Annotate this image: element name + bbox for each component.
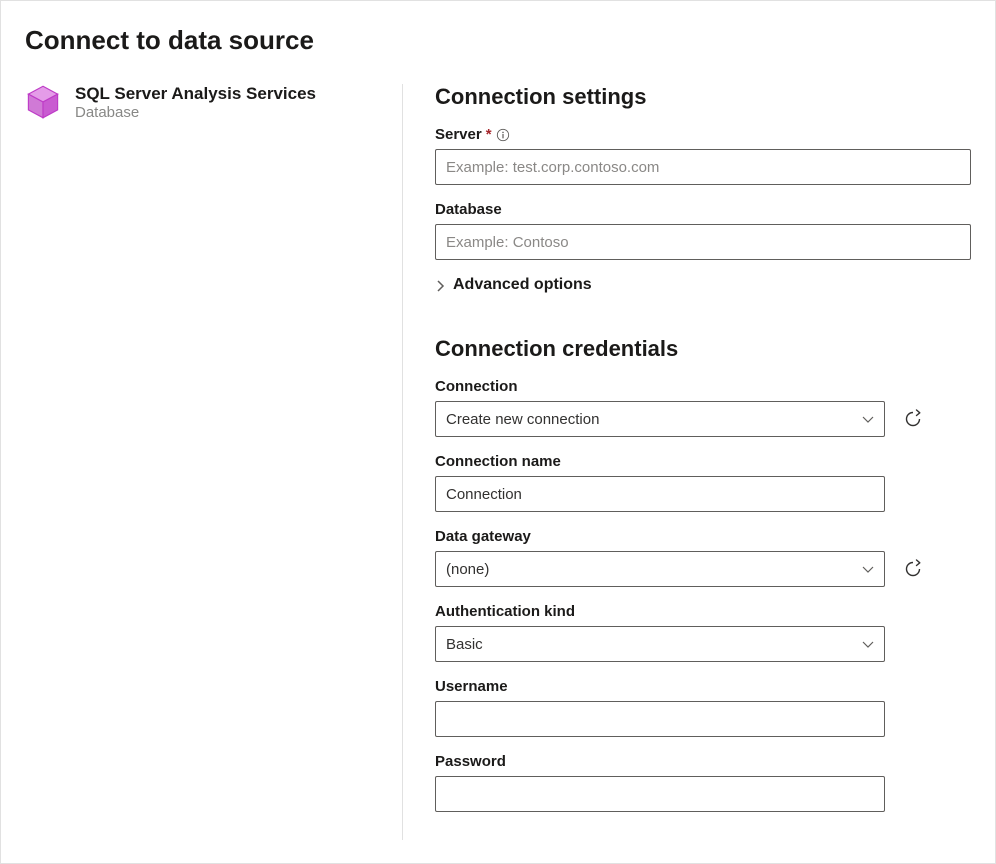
username-field-group: Username: [435, 678, 885, 737]
auth-kind-select[interactable]: Basic: [435, 626, 885, 662]
connection-credentials-section: Connection credentials Connection Create…: [435, 336, 971, 812]
chevron-down-icon: [862, 638, 874, 650]
connection-name-input[interactable]: [435, 476, 885, 512]
auth-kind-select-value: Basic: [446, 636, 483, 653]
refresh-gateway-button[interactable]: [903, 559, 923, 579]
auth-kind-label: Authentication kind: [435, 603, 971, 620]
data-source-subtitle: Database: [75, 104, 316, 121]
chevron-right-icon: [435, 279, 447, 291]
connection-settings-section: Connection settings Server * Database: [435, 84, 971, 294]
connection-credentials-heading: Connection credentials: [435, 336, 971, 362]
data-source-summary: SQL Server Analysis Services Database: [25, 84, 378, 121]
info-icon[interactable]: [496, 128, 510, 142]
refresh-connection-button[interactable]: [903, 409, 923, 429]
advanced-options-label: Advanced options: [453, 276, 592, 294]
required-marker: *: [486, 126, 492, 143]
advanced-options-toggle[interactable]: Advanced options: [435, 276, 971, 294]
connection-select[interactable]: Create new connection: [435, 401, 885, 437]
server-field-group: Server *: [435, 126, 971, 185]
server-input[interactable]: [435, 149, 971, 185]
connection-select-value: Create new connection: [446, 411, 599, 428]
connection-settings-heading: Connection settings: [435, 84, 971, 110]
page-title: Connect to data source: [25, 25, 971, 56]
database-input[interactable]: [435, 224, 971, 260]
data-gateway-select-value: (none): [446, 561, 489, 578]
server-label-text: Server: [435, 126, 482, 143]
data-gateway-field-group: Data gateway (none): [435, 528, 971, 587]
data-gateway-select[interactable]: (none): [435, 551, 885, 587]
content-columns: SQL Server Analysis Services Database Co…: [25, 84, 971, 840]
connection-name-field-group: Connection name: [435, 453, 885, 512]
data-gateway-label: Data gateway: [435, 528, 971, 545]
username-input[interactable]: [435, 701, 885, 737]
data-source-text: SQL Server Analysis Services Database: [75, 84, 316, 121]
username-label: Username: [435, 678, 885, 695]
chevron-down-icon: [862, 413, 874, 425]
left-column: SQL Server Analysis Services Database: [25, 84, 403, 840]
connection-name-label: Connection name: [435, 453, 885, 470]
dialog-frame: Connect to data source SQL Server Analys…: [0, 0, 996, 864]
server-label: Server *: [435, 126, 971, 143]
data-source-title: SQL Server Analysis Services: [75, 84, 316, 104]
password-label: Password: [435, 753, 885, 770]
password-field-group: Password: [435, 753, 885, 812]
connection-field-group: Connection Create new connection: [435, 378, 971, 437]
database-label: Database: [435, 201, 971, 218]
right-column: Connection settings Server * Database: [403, 84, 971, 840]
chevron-down-icon: [862, 563, 874, 575]
connection-label: Connection: [435, 378, 971, 395]
password-input[interactable]: [435, 776, 885, 812]
cube-icon: [25, 84, 61, 120]
database-field-group: Database: [435, 201, 971, 260]
auth-kind-field-group: Authentication kind Basic: [435, 603, 971, 662]
